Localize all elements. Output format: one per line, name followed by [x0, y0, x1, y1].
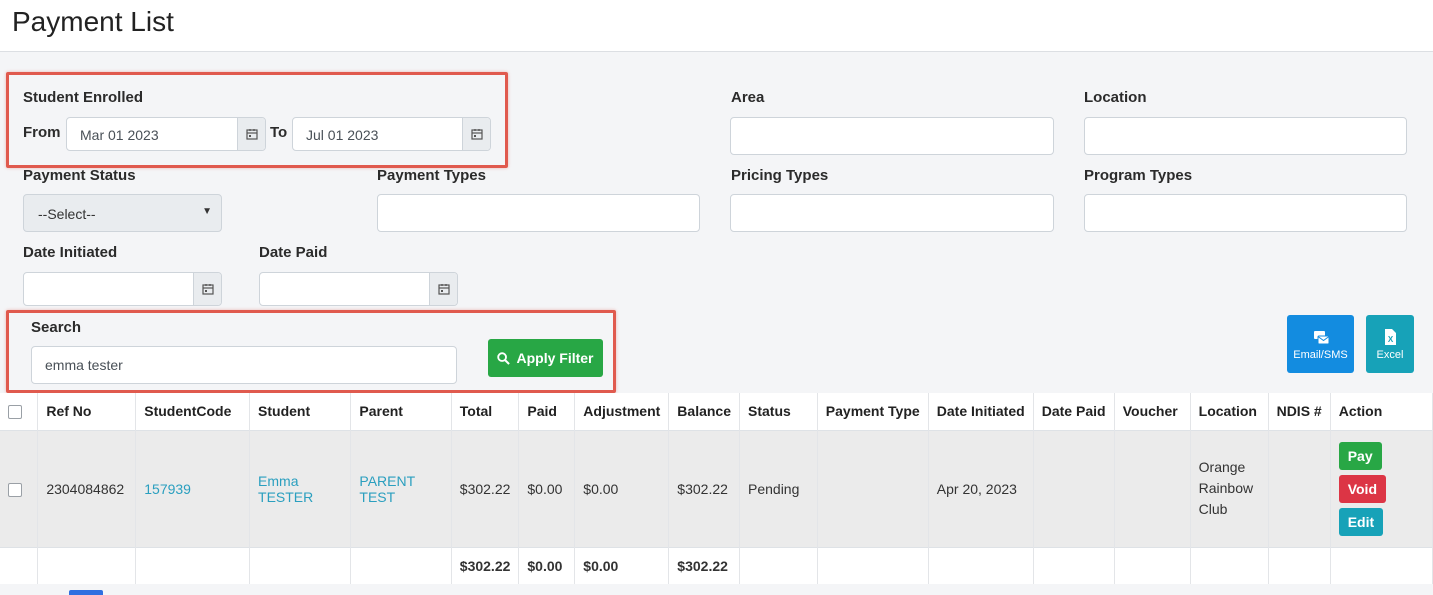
- col-header[interactable]: Total: [451, 393, 520, 430]
- payment-status-select[interactable]: --Select-- ▼: [23, 194, 222, 232]
- select-all-checkbox[interactable]: [8, 405, 22, 420]
- col-header[interactable]: StudentCode: [135, 393, 251, 430]
- location-label: Location: [1084, 89, 1147, 106]
- cell-student: Emma TESTER: [249, 429, 352, 547]
- col-header[interactable]: Voucher: [1114, 393, 1191, 430]
- cell-parent: PARENT TEST: [350, 429, 452, 547]
- pagination: [0, 587, 1433, 595]
- date-initiated-label: Date Initiated: [23, 244, 118, 261]
- date-initiated-field[interactable]: [23, 272, 222, 306]
- student-code-link[interactable]: 157939: [144, 481, 191, 497]
- col-header[interactable]: Status: [739, 393, 818, 430]
- col-header: Action: [1330, 393, 1433, 430]
- col-header[interactable]: Date Initiated: [928, 393, 1034, 430]
- pricing-types-field[interactable]: [730, 194, 1054, 232]
- total-adjustment: $0.00: [574, 546, 670, 584]
- table-header-row: Ref No StudentCode Student Parent Total …: [0, 393, 1433, 430]
- svg-text:X: X: [1388, 335, 1394, 344]
- payment-table: Ref No StudentCode Student Parent Total …: [0, 393, 1433, 584]
- col-header[interactable]: Parent: [350, 393, 452, 430]
- row-checkbox[interactable]: [8, 482, 22, 497]
- payment-types-field[interactable]: [377, 194, 700, 232]
- col-header[interactable]: Ref No: [37, 393, 137, 430]
- program-types-label: Program Types: [1084, 167, 1193, 184]
- col-header[interactable]: NDIS #: [1268, 393, 1331, 430]
- total-balance: $302.22: [668, 546, 740, 584]
- col-header[interactable]: Location: [1190, 393, 1269, 430]
- cell-date-initiated: Apr 20, 2023: [928, 429, 1034, 547]
- cell-voucher: [1114, 429, 1191, 547]
- void-button[interactable]: Void: [1338, 474, 1386, 503]
- caret-down-icon: ▼: [202, 206, 212, 217]
- page-header: Payment List: [0, 0, 1433, 52]
- page-title: Payment List: [12, 6, 174, 37]
- area-label: Area: [731, 89, 765, 106]
- total-paid: $0.00: [518, 546, 576, 584]
- pagination-active-page[interactable]: [69, 590, 103, 595]
- edit-button[interactable]: Edit: [1338, 507, 1384, 536]
- excel-button[interactable]: X Excel: [1366, 315, 1414, 373]
- total-total: $302.22: [451, 546, 520, 584]
- area-field[interactable]: [730, 117, 1054, 155]
- col-header[interactable]: Student: [249, 393, 352, 430]
- cell-date-paid: [1033, 429, 1115, 547]
- highlight-box-enrolled: [6, 72, 508, 168]
- row-checkbox-cell[interactable]: [0, 429, 39, 547]
- cell-location: Orange Rainbow Club: [1190, 429, 1269, 547]
- cell-total: $302.22: [451, 429, 520, 547]
- student-link[interactable]: Emma TESTER: [258, 473, 313, 505]
- payment-types-label: Payment Types: [377, 167, 486, 184]
- cell-adjustment: $0.00: [574, 429, 670, 547]
- col-header[interactable]: Date Paid: [1033, 393, 1115, 430]
- table-row: 2304084862 157939 Emma TESTER PARENT TES…: [0, 429, 1433, 547]
- parent-link[interactable]: PARENT TEST: [359, 473, 415, 505]
- date-paid-label: Date Paid: [259, 244, 328, 261]
- select-all-checkbox-cell[interactable]: [0, 393, 39, 430]
- totals-row: $302.22 $0.00 $0.00 $302.22: [0, 546, 1433, 584]
- excel-icon: X: [1385, 328, 1396, 345]
- calendar-icon[interactable]: [429, 273, 457, 305]
- col-header[interactable]: Balance: [668, 393, 740, 430]
- pricing-types-label: Pricing Types: [731, 167, 829, 184]
- cell-ndis: [1268, 429, 1331, 547]
- cell-student-code: 157939: [135, 429, 251, 547]
- col-header[interactable]: Paid: [518, 393, 576, 430]
- date-paid-field[interactable]: [259, 272, 458, 306]
- cell-payment-type: [817, 429, 929, 547]
- email-sms-label: Email/SMS: [1293, 348, 1348, 361]
- program-types-field[interactable]: [1084, 194, 1407, 232]
- email-sms-button[interactable]: Email/SMS: [1287, 315, 1354, 373]
- highlight-box-search: [6, 310, 616, 393]
- cell-paid: $0.00: [518, 429, 576, 547]
- col-header[interactable]: Payment Type: [817, 393, 929, 430]
- pay-button[interactable]: Pay: [1338, 441, 1382, 470]
- cell-status: Pending: [739, 429, 818, 547]
- excel-label: Excel: [1376, 348, 1404, 361]
- cell-action: Pay Void Edit: [1330, 429, 1433, 547]
- payment-status-label: Payment Status: [23, 167, 136, 184]
- calendar-icon[interactable]: [193, 273, 221, 305]
- cell-balance: $302.22: [668, 429, 740, 547]
- col-header[interactable]: Adjustment: [574, 393, 670, 430]
- email-sms-icon: [1313, 330, 1329, 344]
- payment-status-value: --Select--: [38, 206, 96, 222]
- location-field[interactable]: [1084, 117, 1407, 155]
- cell-ref-no: 2304084862: [37, 429, 137, 547]
